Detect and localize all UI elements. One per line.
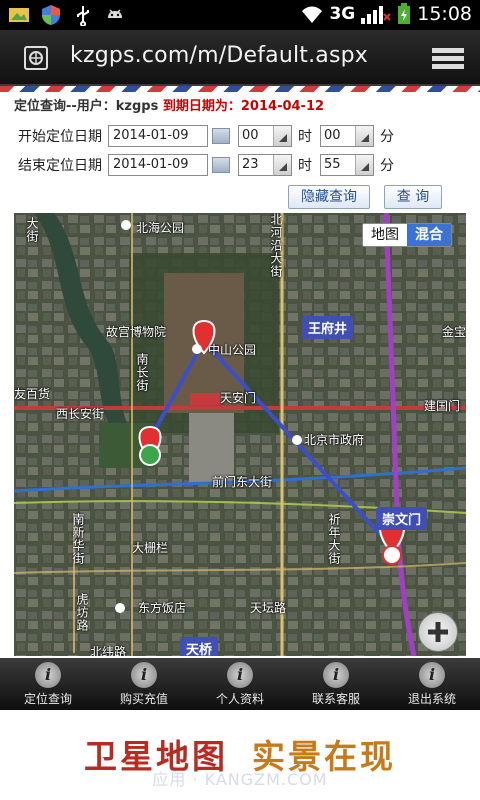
info-icon: i	[227, 662, 253, 688]
start-minute-value: 00	[324, 128, 341, 143]
end-hour-select[interactable]: 23	[238, 154, 292, 176]
info-icon: i	[419, 662, 445, 688]
satellite-map[interactable]: 地图 混合 北海公园 故宫博物院 中山公园 天安门 西长安街 友百货 北京市政府…	[14, 213, 466, 656]
info-icon: i	[35, 662, 61, 688]
nav-label: 个人资料	[215, 692, 264, 706]
start-hour-value: 00	[242, 128, 259, 143]
android-icon	[108, 9, 122, 18]
calendar-icon[interactable]	[212, 128, 230, 144]
dropdown-arrow-icon	[273, 126, 291, 146]
nav-locate-query[interactable]: i 定位查询	[0, 658, 96, 710]
status-bar: 3G 15:08	[0, 0, 480, 30]
nav-support[interactable]: i 联系客服	[288, 658, 384, 710]
map-label: 西长安街	[56, 407, 105, 421]
map-label: 建国门	[424, 399, 461, 413]
menu-icon[interactable]	[432, 46, 464, 70]
nav-buy-recharge[interactable]: i 购买充值	[96, 658, 192, 710]
system-icons: 3G 15:08	[301, 3, 472, 25]
map-label: 友百货	[14, 387, 51, 401]
signal-icon	[361, 6, 391, 24]
hybrid-view-button[interactable]: 混合	[407, 224, 451, 246]
page-title: 定位查询--用户：kzgps	[14, 99, 159, 114]
map-label: 故宫博物院	[106, 325, 167, 339]
poi-dot-icon	[115, 603, 125, 613]
end-hour-value: 23	[242, 157, 259, 172]
map-label: 天安门	[220, 391, 257, 405]
map-label: 南长街	[135, 353, 149, 392]
start-minute-select[interactable]: 00	[320, 125, 374, 147]
start-date-label: 开始定位日期	[18, 129, 102, 145]
zoom-in-button[interactable]	[418, 612, 458, 652]
map-label: 北海公园	[136, 221, 185, 235]
map-label: 金宝	[442, 325, 466, 339]
route-marker-start[interactable]	[138, 425, 162, 466]
page-header: 定位查询--用户：kzgps 到期日期为：2014-04-12	[14, 95, 324, 114]
nav-label: 退出系统	[407, 692, 456, 706]
nav-label: 定位查询	[23, 692, 72, 706]
calendar-icon[interactable]	[212, 157, 230, 173]
minute-unit: 分	[380, 158, 394, 174]
map-type-toggle: 地图 混合	[362, 223, 452, 247]
map-label: 祈年大街	[327, 513, 341, 565]
tiananmen-gate-icon	[190, 393, 220, 405]
map-canvas[interactable]	[14, 213, 466, 656]
clock: 15:08	[417, 3, 472, 25]
info-icon: i	[131, 662, 157, 688]
nav-logout[interactable]: i 退出系统	[384, 658, 480, 710]
network-type: 3G	[329, 4, 356, 24]
map-label: 南新华街	[71, 513, 85, 565]
map-label: 中山公园	[208, 343, 257, 357]
nav-profile[interactable]: i 个人资料	[192, 658, 288, 710]
end-date-input[interactable]: 2014-01-09	[108, 154, 208, 176]
watermark: 应用 · KANGZM.COM	[152, 770, 328, 789]
site-icon[interactable]	[24, 46, 48, 70]
url-field[interactable]: kzgps.com/m/Default.aspx	[70, 43, 368, 68]
start-date-row: 开始定位日期 2014-01-09 00 时 00 分	[18, 125, 394, 147]
info-icon: i	[323, 662, 349, 688]
header-stripe	[0, 86, 480, 92]
station-tag: 崇文门	[376, 507, 428, 530]
end-date-row: 结束定位日期 2014-01-09 23 时 55 分	[18, 154, 394, 176]
hour-unit: 时	[298, 158, 312, 174]
wifi-icon	[302, 6, 323, 23]
station-tag: 天桥	[180, 637, 219, 656]
poi-dot-icon	[292, 435, 302, 445]
dropdown-arrow-icon	[355, 155, 373, 175]
bottom-nav: i 定位查询 i 购买充值 i 个人资料 i 联系客服 i 退出系统	[0, 658, 480, 710]
map-label: 前门东大街	[212, 475, 273, 489]
map-label: 大栅栏	[132, 541, 169, 555]
map-label: 北纬路	[90, 645, 127, 656]
poi-dot-icon	[121, 220, 131, 230]
notification-icons	[8, 4, 126, 26]
nav-label: 联系客服	[311, 692, 360, 706]
map-label: 东方饭店	[138, 601, 187, 615]
minute-unit: 分	[380, 129, 394, 145]
map-label: 天坛路	[250, 601, 287, 615]
map-label: 北河沿大街	[269, 213, 283, 278]
end-minute-value: 55	[324, 157, 341, 172]
nav-label: 购买充值	[119, 692, 168, 706]
gallery-icon	[9, 8, 29, 22]
expiry-date: 到期日期为：2014-04-12	[162, 99, 325, 114]
end-date-label: 结束定位日期	[18, 158, 102, 174]
shield-icon	[42, 5, 60, 25]
query-button[interactable]: 查 询	[384, 185, 442, 209]
dropdown-arrow-icon	[273, 155, 291, 175]
hour-unit: 时	[298, 129, 312, 145]
browser-address-bar: kzgps.com/m/Default.aspx	[0, 30, 480, 86]
station-tag: 王府井	[302, 316, 354, 339]
map-view-button[interactable]: 地图	[363, 224, 407, 246]
map-label: 虎坊路	[75, 593, 89, 632]
dropdown-arrow-icon	[355, 126, 373, 146]
start-date-input[interactable]: 2014-01-09	[108, 125, 208, 147]
hide-query-button[interactable]: 隐藏查询	[288, 185, 370, 209]
end-minute-select[interactable]: 55	[320, 154, 374, 176]
map-label: 大街	[25, 217, 39, 243]
poi-dot-icon	[192, 344, 202, 354]
usb-icon	[77, 6, 89, 26]
battery-icon	[398, 3, 411, 24]
map-label: 北京市政府	[304, 433, 365, 447]
start-hour-select[interactable]: 00	[238, 125, 292, 147]
